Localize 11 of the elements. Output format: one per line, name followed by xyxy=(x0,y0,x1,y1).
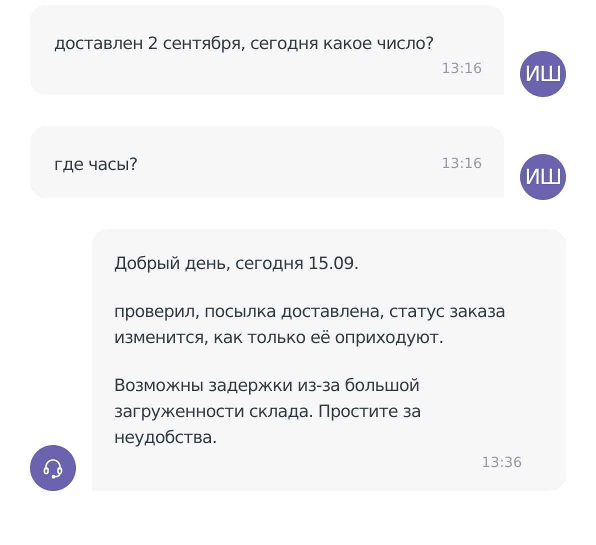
message-text: проверил, посылка доставлена, статус заказа изменится, как только её оприходуют. xyxy=(114,301,506,350)
user-avatar: ИШ xyxy=(520,154,566,200)
user-avatar: ИШ xyxy=(520,51,566,97)
headset-icon xyxy=(41,456,65,480)
message-time: 13:16 xyxy=(442,61,482,77)
message-time: 13:16 xyxy=(442,156,482,172)
message-text: доставлен 2 сентября, сегодня какое число? xyxy=(54,33,435,56)
message-text: Добрый день, сегодня 15.09. xyxy=(114,253,360,276)
message-text: где часы? xyxy=(54,154,138,177)
message-text: Возможны задержки из-за большой загруженности склада. Простите за неудобства. xyxy=(114,375,422,450)
message-time: 13:36 xyxy=(482,455,522,471)
